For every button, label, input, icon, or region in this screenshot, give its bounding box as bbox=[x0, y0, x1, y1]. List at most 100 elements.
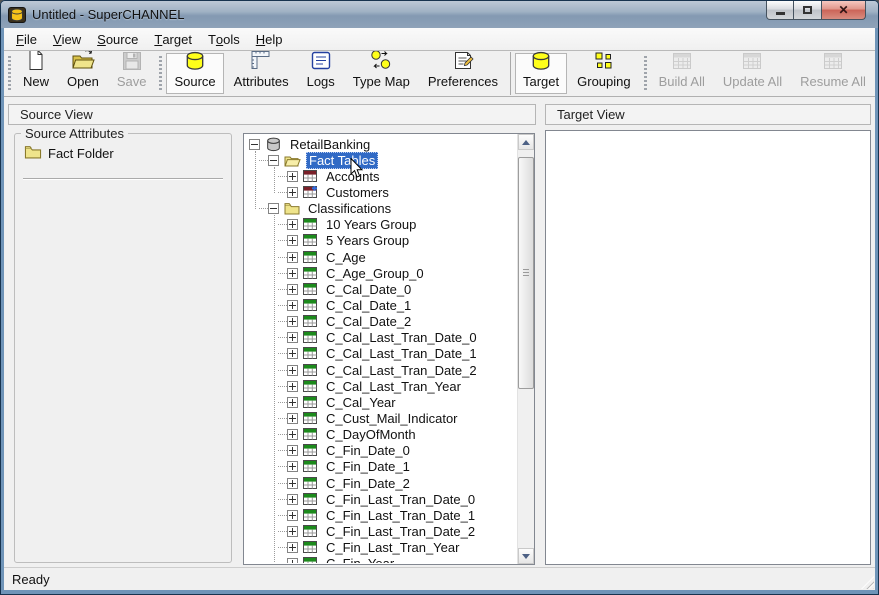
fact-folder-label: Fact Folder bbox=[48, 146, 114, 161]
menu-item-help[interactable]: Help bbox=[248, 28, 291, 50]
expand-box-icon[interactable] bbox=[287, 284, 298, 295]
target-view-panel bbox=[545, 130, 871, 565]
type-map-button[interactable]: Type Map bbox=[345, 53, 418, 94]
tree-item-c-fin-date-1[interactable]: C_Fin_Date_1 bbox=[246, 459, 515, 475]
tree-item-c-fin-date-0[interactable]: C_Fin_Date_0 bbox=[246, 443, 515, 459]
scrollbar-up-button[interactable] bbox=[518, 134, 534, 150]
tree-item-c-cal-last-tran-date-2[interactable]: C_Cal_Last_Tran_Date_2 bbox=[246, 362, 515, 378]
tree-item-c-cal-year[interactable]: C_Cal_Year bbox=[246, 394, 515, 410]
tree-item-5-years-group[interactable]: 5 Years Group bbox=[246, 233, 515, 249]
toolbar-button-label: Type Map bbox=[353, 74, 410, 89]
expand-box-icon[interactable] bbox=[287, 445, 298, 456]
expand-box-icon[interactable] bbox=[287, 494, 298, 505]
collapse-box-icon[interactable] bbox=[268, 155, 279, 166]
menu-item-tools[interactable]: Tools bbox=[200, 28, 248, 50]
titlebar[interactable]: Untitled - SuperCHANNEL ✕ bbox=[1, 1, 878, 28]
expand-box-icon[interactable] bbox=[287, 397, 298, 408]
table-green-icon bbox=[303, 412, 318, 425]
expand-box-icon[interactable] bbox=[287, 187, 298, 198]
db-cylinder-icon bbox=[530, 51, 552, 71]
table-green-icon bbox=[303, 347, 318, 360]
tree-item-label: 10 Years Group bbox=[323, 216, 419, 233]
tree-item-c-fin-last-tran-date-0[interactable]: C_Fin_Last_Tran_Date_0 bbox=[246, 491, 515, 507]
tree-item-label: C_Fin_Date_1 bbox=[323, 458, 413, 475]
menu-item-target[interactable]: Target bbox=[146, 28, 200, 50]
expand-box-icon[interactable] bbox=[287, 478, 298, 489]
target-button[interactable]: Target bbox=[515, 53, 567, 94]
expand-box-icon[interactable] bbox=[287, 413, 298, 424]
menu-item-view[interactable]: View bbox=[45, 28, 89, 50]
expand-box-icon[interactable] bbox=[287, 542, 298, 553]
expand-box-icon[interactable] bbox=[287, 171, 298, 182]
grouping-button[interactable]: Grouping bbox=[569, 53, 638, 94]
caption-buttons: ✕ bbox=[766, 1, 866, 20]
new-button[interactable]: New bbox=[15, 53, 57, 94]
close-icon: ✕ bbox=[838, 4, 848, 16]
tree-item-c-dayofmonth[interactable]: C_DayOfMonth bbox=[246, 427, 515, 443]
tree-item-label: Classifications bbox=[305, 200, 394, 217]
tree-vertical-scrollbar[interactable] bbox=[517, 134, 534, 564]
expand-box-icon[interactable] bbox=[287, 461, 298, 472]
maximize-button[interactable] bbox=[794, 1, 821, 20]
expand-box-icon[interactable] bbox=[287, 510, 298, 521]
minimize-button[interactable] bbox=[766, 1, 794, 20]
expand-box-icon[interactable] bbox=[287, 219, 298, 230]
expand-box-icon[interactable] bbox=[287, 558, 298, 563]
expand-box-icon[interactable] bbox=[287, 332, 298, 343]
scrollbar-thumb[interactable] bbox=[518, 157, 534, 389]
tree-item-c-cal-last-tran-date-0[interactable]: C_Cal_Last_Tran_Date_0 bbox=[246, 330, 515, 346]
toolbar-button-label: Preferences bbox=[428, 74, 498, 89]
tree-item-retailbanking[interactable]: RetailBanking bbox=[246, 136, 515, 152]
source-button[interactable]: Source bbox=[166, 53, 223, 94]
app-icon bbox=[8, 7, 26, 23]
tree-item-c-fin-last-tran-date-2[interactable]: C_Fin_Last_Tran_Date_2 bbox=[246, 523, 515, 539]
tree-item-c-fin-year[interactable]: C_Fin_Year bbox=[246, 556, 515, 563]
tree-item-c-fin-last-tran-date-1[interactable]: C_Fin_Last_Tran_Date_1 bbox=[246, 507, 515, 523]
tree-item-c-cal-date-1[interactable]: C_Cal_Date_1 bbox=[246, 297, 515, 313]
menu-item-source[interactable]: Source bbox=[89, 28, 146, 50]
expand-box-icon[interactable] bbox=[287, 300, 298, 311]
expand-box-icon[interactable] bbox=[287, 381, 298, 392]
calendar-grid-icon bbox=[822, 51, 844, 71]
expand-box-icon[interactable] bbox=[287, 348, 298, 359]
tree-item-customers[interactable]: Customers bbox=[246, 184, 515, 200]
fact-folder-item[interactable]: Fact Folder bbox=[24, 145, 114, 162]
attributes-button[interactable]: Attributes bbox=[226, 53, 297, 94]
tree-item-accounts[interactable]: Accounts bbox=[246, 168, 515, 184]
folder-icon bbox=[284, 202, 300, 215]
table-green-icon bbox=[303, 380, 318, 393]
expand-box-icon[interactable] bbox=[287, 235, 298, 246]
table-green-icon bbox=[303, 315, 318, 328]
tree-item-c-cal-last-tran-date-1[interactable]: C_Cal_Last_Tran_Date_1 bbox=[246, 346, 515, 362]
preferences-button[interactable]: Preferences bbox=[420, 53, 506, 94]
toolbar-button-label: New bbox=[23, 74, 49, 89]
expand-box-icon[interactable] bbox=[287, 268, 298, 279]
expand-box-icon[interactable] bbox=[287, 429, 298, 440]
menu-item-file[interactable]: File bbox=[8, 28, 45, 50]
close-button[interactable]: ✕ bbox=[821, 1, 866, 20]
tree-item-c-cal-date-0[interactable]: C_Cal_Date_0 bbox=[246, 281, 515, 297]
collapse-box-icon[interactable] bbox=[249, 139, 260, 150]
tree-item-c-cal-last-tran-year[interactable]: C_Cal_Last_Tran_Year bbox=[246, 378, 515, 394]
table-green-icon bbox=[303, 251, 318, 264]
logs-button[interactable]: Logs bbox=[299, 53, 343, 94]
expand-box-icon[interactable] bbox=[287, 526, 298, 537]
tree-item-10-years-group[interactable]: 10 Years Group bbox=[246, 217, 515, 233]
tree-item-label: C_Fin_Last_Tran_Date_1 bbox=[323, 507, 478, 524]
tree-item-c-fin-date-2[interactable]: C_Fin_Date_2 bbox=[246, 475, 515, 491]
resize-grip-icon[interactable] bbox=[861, 576, 874, 589]
tree-item-c-age-group-0[interactable]: C_Age_Group_0 bbox=[246, 265, 515, 281]
tree-item-c-age[interactable]: C_Age bbox=[246, 249, 515, 265]
scrollbar-down-button[interactable] bbox=[518, 548, 534, 564]
tree-item-c-fin-last-tran-year[interactable]: C_Fin_Last_Tran_Year bbox=[246, 540, 515, 556]
tree-item-classifications[interactable]: Classifications bbox=[246, 201, 515, 217]
expand-box-icon[interactable] bbox=[287, 316, 298, 327]
tree-item-c-cal-date-2[interactable]: C_Cal_Date_2 bbox=[246, 314, 515, 330]
open-button[interactable]: Open bbox=[59, 53, 107, 94]
expand-box-icon[interactable] bbox=[287, 365, 298, 376]
source-view-title: Source View bbox=[20, 107, 93, 122]
tree-item-fact-tables[interactable]: Fact Tables bbox=[246, 152, 515, 168]
expand-box-icon[interactable] bbox=[287, 252, 298, 263]
tree-item-c-cust-mail-indicator[interactable]: C_Cust_Mail_Indicator bbox=[246, 410, 515, 426]
collapse-box-icon[interactable] bbox=[268, 203, 279, 214]
